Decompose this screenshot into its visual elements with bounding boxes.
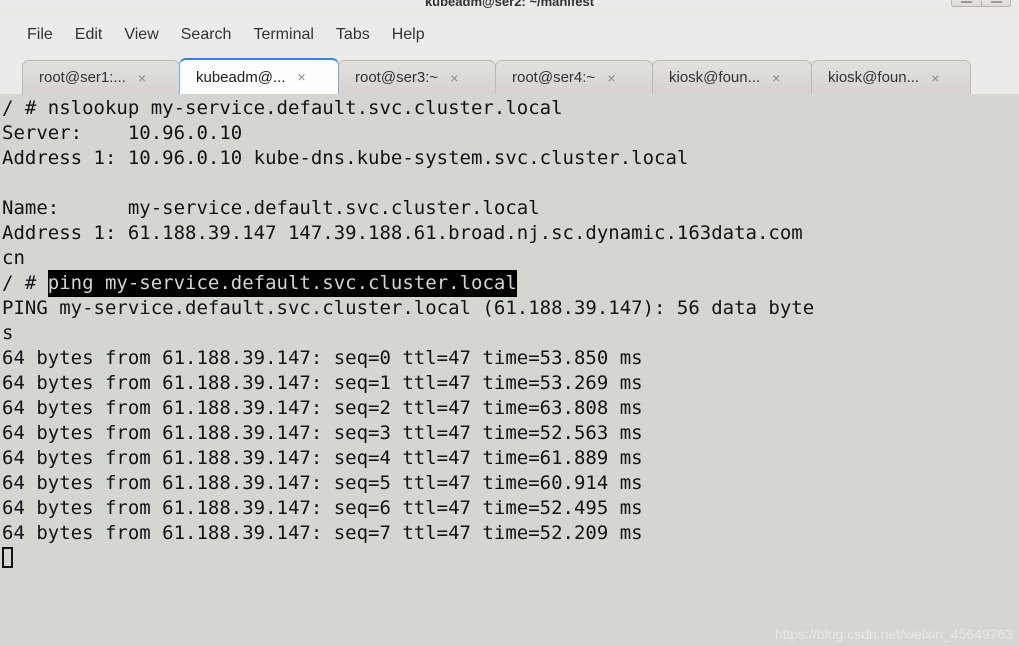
menu-item-search[interactable]: Search bbox=[170, 24, 243, 46]
menu-item-view[interactable]: View bbox=[113, 24, 169, 46]
terminal-line: 64 bytes from 61.188.39.147: seq=5 ttl=4… bbox=[2, 472, 643, 494]
menu-item-edit[interactable]: Edit bbox=[64, 24, 114, 46]
terminal-tab[interactable]: root@ser1:... × bbox=[22, 60, 180, 94]
menu-item-file[interactable]: File bbox=[16, 24, 64, 46]
terminal-window: kubeadm@ser2: ~/manifest File Edit View Sea… bbox=[0, 0, 1019, 646]
menu-bar: File Edit View Search Terminal Tabs Help bbox=[0, 16, 1019, 54]
close-icon[interactable]: × bbox=[931, 71, 939, 85]
minimize-button[interactable] bbox=[951, 0, 981, 7]
terminal-line: 64 bytes from 61.188.39.147: seq=1 ttl=4… bbox=[2, 372, 643, 394]
menu-item-tabs[interactable]: Tabs bbox=[325, 24, 381, 46]
terminal-line: cn bbox=[2, 247, 25, 269]
tab-bar: root@ser1:... × kubeadm@... × root@ser3:~ × ro… bbox=[0, 54, 1019, 94]
terminal-line: / # nslookup my-service.default.svc.clus… bbox=[2, 97, 563, 119]
tab-label: kiosk@foun... bbox=[828, 69, 920, 86]
terminal-line: s bbox=[2, 322, 14, 344]
terminal-line: 64 bytes from 61.188.39.147: seq=2 ttl=4… bbox=[2, 397, 643, 419]
terminal-tab[interactable]: root@ser4:~ × bbox=[495, 60, 653, 94]
close-icon[interactable]: × bbox=[607, 71, 615, 85]
tab-label: kiosk@foun... bbox=[669, 69, 761, 86]
close-icon[interactable]: × bbox=[297, 70, 305, 84]
window-controls bbox=[951, 0, 1011, 7]
text-cursor bbox=[2, 547, 13, 568]
tab-label: root@ser4:~ bbox=[512, 69, 596, 86]
shell-prompt: / # bbox=[2, 272, 48, 294]
terminal-line: Server: 10.96.0.10 bbox=[2, 122, 243, 144]
menu-item-help[interactable]: Help bbox=[381, 24, 436, 46]
terminal-line: Address 1: 61.188.39.147 147.39.188.61.b… bbox=[2, 222, 803, 244]
close-icon[interactable]: × bbox=[138, 71, 146, 85]
minimize-icon bbox=[961, 1, 972, 3]
title-bar[interactable]: kubeadm@ser2: ~/manifest bbox=[0, 0, 1019, 16]
menu-item-terminal[interactable]: Terminal bbox=[242, 24, 324, 46]
terminal-line: 64 bytes from 61.188.39.147: seq=6 ttl=4… bbox=[2, 497, 643, 519]
terminal-line: 64 bytes from 61.188.39.147: seq=4 ttl=4… bbox=[2, 447, 643, 469]
tab-label: kubeadm@... bbox=[196, 68, 286, 86]
terminal-tab[interactable]: kiosk@foun... × bbox=[652, 60, 812, 94]
maximize-icon bbox=[990, 1, 1002, 3]
tab-label: root@ser1:... bbox=[39, 69, 126, 86]
terminal-line: 64 bytes from 61.188.39.147: seq=0 ttl=4… bbox=[2, 347, 643, 369]
terminal-tab[interactable]: root@ser3:~ × bbox=[338, 60, 496, 94]
terminal-cursor-line bbox=[2, 546, 1019, 571]
terminal-tab[interactable]: kiosk@foun... × bbox=[811, 60, 971, 94]
window-title: kubeadm@ser2: ~/manifest bbox=[424, 0, 595, 9]
terminal-line: PING my-service.default.svc.cluster.loca… bbox=[2, 297, 815, 319]
terminal-line: 64 bytes from 61.188.39.147: seq=7 ttl=4… bbox=[2, 522, 643, 544]
close-icon[interactable]: × bbox=[450, 71, 458, 85]
tab-label: root@ser3:~ bbox=[355, 69, 439, 86]
selected-text: ping my-service.default.svc.cluster.loca… bbox=[47, 270, 517, 297]
close-icon[interactable]: × bbox=[772, 71, 780, 85]
terminal-line: Address 1: 10.96.0.10 kube-dns.kube-syst… bbox=[2, 147, 689, 169]
terminal-line: 64 bytes from 61.188.39.147: seq=3 ttl=4… bbox=[2, 422, 643, 444]
maximize-button[interactable] bbox=[981, 0, 1011, 7]
terminal-line: Name: my-service.default.svc.cluster.loc… bbox=[2, 197, 540, 219]
terminal-line-selected: / # ping my-service.default.svc.cluster.… bbox=[2, 270, 1019, 297]
terminal-tab-active[interactable]: kubeadm@... × bbox=[179, 58, 339, 94]
terminal-output[interactable]: / # nslookup my-service.default.svc.clus… bbox=[0, 94, 1019, 646]
